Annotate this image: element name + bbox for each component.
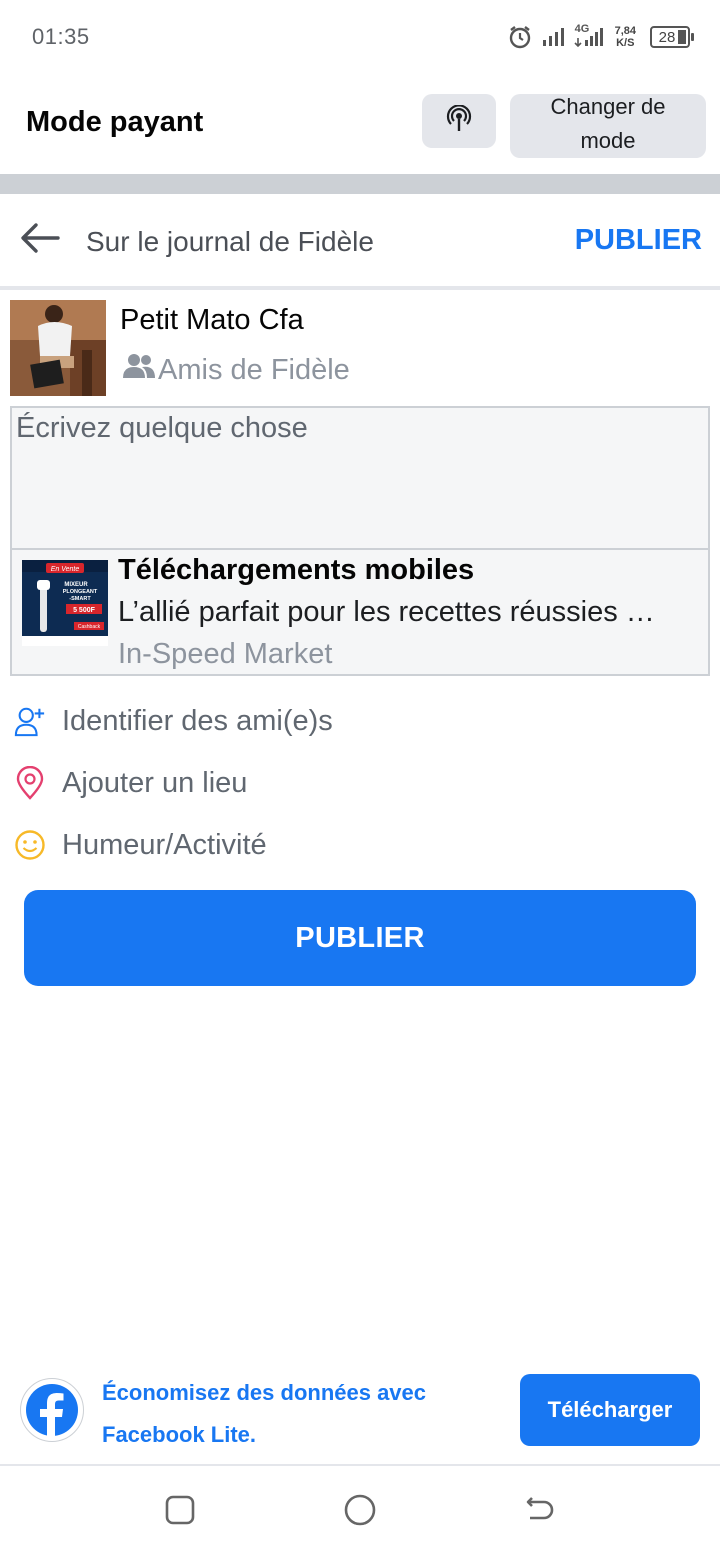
home-button[interactable]	[340, 1494, 380, 1530]
add-location-label: Ajouter un lieu	[62, 766, 248, 799]
section-divider	[0, 174, 720, 194]
thumb-line2: PLONGEANT	[63, 589, 98, 595]
return-arrow-icon	[524, 1494, 556, 1531]
recent-apps-button[interactable]	[160, 1494, 200, 1530]
net-speed: 7,84 K/S	[615, 25, 636, 49]
status-icons: 4G 7,84 K/S 28	[507, 20, 694, 54]
publish-button[interactable]: PUBLIER	[24, 890, 696, 986]
link-preview-thumbnail: En Vente MIXEUR PLONGEANT -SMART 5 500F …	[22, 560, 108, 646]
tag-friends-option[interactable]: Identifier des ami(e)s	[0, 693, 720, 749]
author-name: Petit Mato Cfa	[120, 304, 304, 336]
broadcast-mode-button[interactable]	[422, 94, 496, 148]
change-mode-button[interactable]: Changer de mode	[510, 94, 706, 158]
data-mode-bar: Mode payant Changer de mode	[0, 72, 720, 174]
signal-icon	[541, 26, 565, 48]
add-location-option[interactable]: Ajouter un lieu	[0, 755, 720, 811]
facebook-lite-promo: Économisez des données avec Facebook Lit…	[0, 1360, 720, 1464]
back-button[interactable]	[20, 220, 64, 260]
link-preview[interactable]: En Vente MIXEUR PLONGEANT -SMART 5 500F …	[10, 550, 710, 676]
tag-friends-icon	[14, 705, 46, 737]
mode-title: Mode payant	[26, 106, 204, 138]
link-preview-title: Téléchargements mobiles	[118, 554, 475, 586]
thumb-cashback: Cashback	[78, 624, 101, 630]
system-nav-bar	[0, 1466, 720, 1560]
link-preview-source: In-Speed Market	[118, 638, 333, 670]
thumb-line1: MIXEUR	[64, 582, 88, 588]
post-text-input[interactable]: Écrivez quelque chose	[10, 406, 710, 550]
publish-header-button[interactable]: PUBLIER	[575, 224, 702, 257]
avatar[interactable]	[10, 300, 106, 396]
page-title: Sur le journal de Fidèle	[86, 226, 374, 257]
thumb-line3: -SMART	[69, 596, 91, 602]
back-nav-button[interactable]	[520, 1494, 560, 1530]
thumb-price: 5 500F	[73, 607, 96, 614]
signal-4g-icon: 4G	[573, 23, 607, 48]
back-arrow-icon	[20, 222, 60, 259]
broadcast-icon	[446, 103, 472, 138]
net-speed-value: 7,84	[614, 25, 636, 37]
battery-level: 28	[658, 28, 676, 46]
network-type-label: 4G	[574, 23, 590, 35]
post-author: Petit Mato Cfa Amis de Fidèle	[0, 298, 720, 398]
location-pin-icon	[14, 766, 46, 800]
promo-text: Économisez des données avec Facebook Lit…	[102, 1372, 502, 1456]
circle-icon	[343, 1493, 377, 1532]
facebook-logo-icon	[20, 1378, 84, 1442]
feeling-activity-label: Humeur/Activité	[62, 828, 267, 861]
thumb-badge: En Vente	[51, 566, 80, 573]
status-bar: 01:35 4G 7,84 K/S 28	[0, 0, 720, 72]
promo-text-line2: Facebook Lite.	[102, 1422, 257, 1447]
battery-icon: 28	[650, 26, 694, 48]
tag-friends-label: Identifier des ami(e)s	[62, 704, 333, 737]
header-divider	[0, 286, 720, 290]
composer-placeholder: Écrivez quelque chose	[16, 412, 308, 444]
square-icon	[164, 1494, 196, 1531]
status-time: 01:35	[32, 24, 90, 49]
smiley-icon	[14, 829, 46, 861]
composer-header: Sur le journal de Fidèle PUBLIER	[0, 194, 720, 286]
alarm-icon	[507, 24, 533, 50]
audience-label: Amis de Fidèle	[158, 353, 350, 386]
change-mode-label-2: mode	[580, 128, 636, 153]
download-lite-button[interactable]: Télécharger	[520, 1374, 700, 1446]
net-speed-unit: K/S	[616, 37, 635, 49]
friends-icon	[122, 352, 156, 388]
promo-text-line1: Économisez des données avec	[102, 1380, 427, 1405]
feeling-activity-option[interactable]: Humeur/Activité	[0, 817, 720, 873]
audience-selector[interactable]: Amis de Fidèle	[122, 352, 350, 388]
link-preview-description: L’allié parfait pour les recettes réussi…	[118, 596, 655, 628]
